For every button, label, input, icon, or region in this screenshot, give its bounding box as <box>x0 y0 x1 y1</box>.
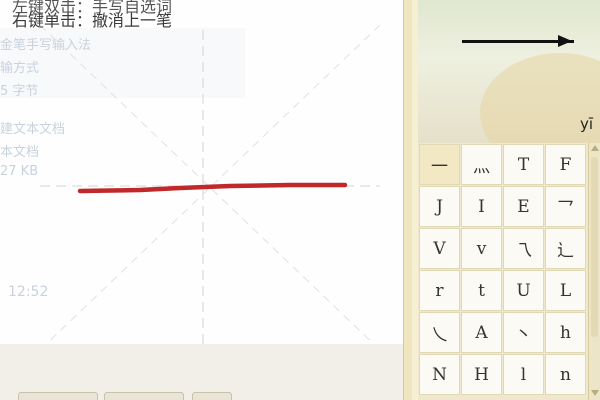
candidate-cell[interactable]: U <box>503 270 544 311</box>
candidate-cell[interactable]: h <box>545 312 586 353</box>
preview-pinyin: yī <box>580 115 594 133</box>
candidate-cell[interactable]: L <box>545 270 586 311</box>
preview-character-glyph-end <box>558 35 572 47</box>
scroll-thumb[interactable] <box>591 157 598 337</box>
recognition-preview: yī <box>418 0 600 143</box>
candidate-cell[interactable]: 乁 <box>503 228 544 269</box>
guide-grid <box>39 24 381 375</box>
candidate-cell[interactable]: 丶 <box>503 312 544 353</box>
candidate-cell[interactable]: r <box>419 270 460 311</box>
candidate-cell[interactable]: N <box>419 354 460 395</box>
candidate-cell[interactable]: 灬 <box>461 144 502 185</box>
candidate-cell[interactable]: 乛 <box>545 186 586 227</box>
candidate-grid: 一灬TF JIE乛 Vv乁辶 rtUL 乀A丶h NHln <box>418 143 588 400</box>
pad-bottom-button[interactable] <box>192 392 232 400</box>
candidate-cell[interactable]: H <box>461 354 502 395</box>
candidate-scrollbar[interactable] <box>588 143 600 400</box>
candidate-cell[interactable]: 乀 <box>419 312 460 353</box>
candidate-cell[interactable]: l <box>503 354 544 395</box>
scroll-down-arrow-icon[interactable] <box>591 390 599 396</box>
candidate-cell[interactable]: v <box>461 228 502 269</box>
candidate-cell[interactable]: J <box>419 186 460 227</box>
pad-bottom-button[interactable] <box>104 392 184 400</box>
candidate-cell[interactable]: n <box>545 354 586 395</box>
pad-bottom-button[interactable] <box>18 392 98 400</box>
candidate-cell[interactable]: E <box>503 186 544 227</box>
candidate-cell[interactable]: T <box>503 144 544 185</box>
candidate-cell[interactable]: V <box>419 228 460 269</box>
candidate-cell[interactable]: I <box>461 186 502 227</box>
hint-right-click: 右键单击：撤消上一笔 <box>12 11 173 30</box>
candidate-cell[interactable]: A <box>461 312 502 353</box>
candidate-cell[interactable]: t <box>461 270 502 311</box>
candidate-cell[interactable]: 辶 <box>545 228 586 269</box>
handwriting-pad[interactable]: 金笔手写输入法 输方式 5 字节 建文本文档 本文档 27 KB 12:52 左… <box>0 0 415 400</box>
candidate-cell[interactable]: 一 <box>419 144 460 185</box>
scroll-up-arrow-icon[interactable] <box>591 145 599 151</box>
candidate-cell[interactable]: F <box>545 144 586 185</box>
